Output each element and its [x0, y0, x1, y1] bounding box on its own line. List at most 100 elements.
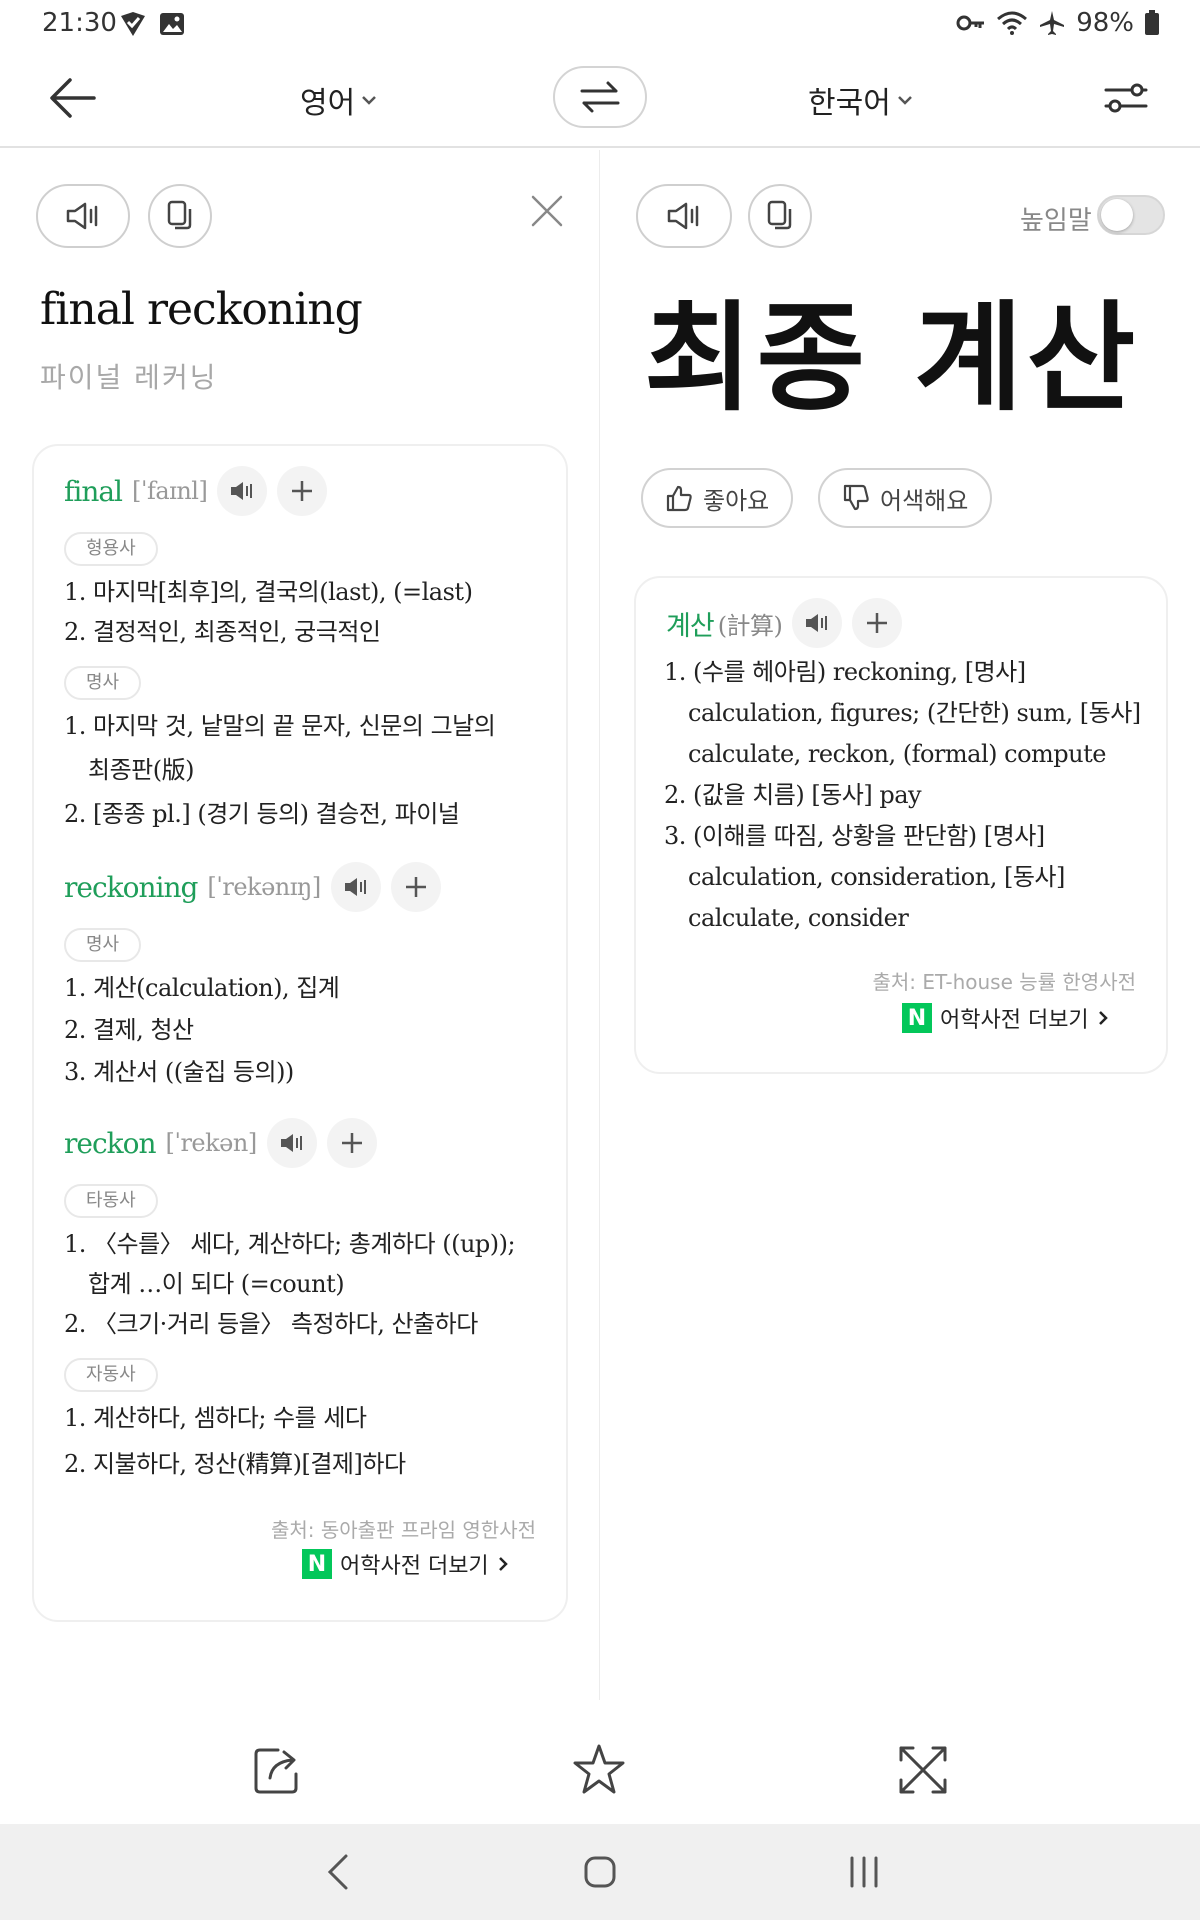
headword[interactable]: 계산 [666, 604, 715, 643]
pos-badge: 형용사 [64, 532, 158, 566]
source-listen-button[interactable] [36, 184, 130, 248]
dictionary-source: 출처: ET-house 능률 한영사전 [872, 970, 1136, 994]
swap-arrows-icon [580, 81, 620, 113]
definition: 1. 계산하다, 셈하다; 수를 세다 [64, 1404, 367, 1432]
source-text[interactable]: final reckoning [40, 284, 363, 335]
awkward-button[interactable]: 어색해요 [818, 468, 993, 528]
nav-home-icon[interactable] [576, 1848, 624, 1896]
plus-icon [341, 1133, 362, 1153]
honorific-label: 높임말 [1020, 206, 1092, 236]
honorific-toggle[interactable] [1097, 195, 1165, 235]
add-to-wordbook-button[interactable] [277, 466, 328, 516]
definition: 2. [종종 pl.] (경기 등의) 결승전, 파이널 [64, 800, 460, 828]
status-bar: 21:30 98% [0, 0, 1200, 48]
definition: 합계 …이 되다 (=count) [88, 1270, 345, 1298]
definition: 1. 마지막[최후]의, 결국의(last), (=last) [64, 578, 473, 606]
chevron-right-icon [1098, 1011, 1108, 1025]
definition: 2. 지불하다, 정산(精算)[결제]하다 [64, 1450, 406, 1478]
dict-entry-gyesan: 계산 (計算) [666, 598, 903, 648]
translated-text[interactable]: 최종 계산 [644, 262, 1139, 433]
swap-languages-button[interactable] [553, 66, 647, 128]
like-button[interactable]: 좋아요 [641, 468, 794, 528]
source-pronunciation: 파이널 레커닝 [40, 361, 218, 394]
more-dictionary-link[interactable]: N 어학사전 더보기 [302, 1548, 509, 1580]
word-listen-button[interactable] [266, 1118, 317, 1168]
thumbs-up-icon [666, 485, 692, 512]
key-icon [956, 15, 985, 31]
pos-badge: 명사 [64, 666, 142, 700]
word-listen-button[interactable] [792, 598, 843, 648]
more-dictionary-label: 어학사전 더보기 [340, 1554, 489, 1579]
pos-badge: 타동사 [64, 1184, 158, 1218]
speaker-icon [280, 1134, 302, 1152]
like-label: 좋아요 [703, 486, 770, 515]
speaker-icon [806, 614, 828, 632]
settings-sliders-icon[interactable] [1104, 78, 1148, 118]
definition: 2. 결제, 청산 [64, 1016, 194, 1044]
more-dictionary-link[interactable]: N 어학사전 더보기 [902, 1002, 1109, 1034]
airplane-icon [1040, 11, 1065, 35]
chevron-down-icon [897, 96, 912, 105]
close-icon[interactable] [530, 194, 564, 228]
pos-badge: 자동사 [64, 1358, 158, 1392]
awkward-label: 어색해요 [880, 486, 969, 515]
share-icon[interactable] [248, 1740, 308, 1800]
definition: calculate, reckon, (formal) compute [688, 740, 1106, 768]
toggle-knob [1101, 199, 1133, 231]
speaker-icon [344, 878, 366, 896]
target-listen-button[interactable] [636, 184, 732, 248]
nav-back-icon[interactable] [316, 1848, 364, 1896]
battery-icon [1145, 10, 1159, 35]
definition: 3. 계산서 ((술집 등의)) [64, 1058, 294, 1086]
speaker-icon [66, 202, 98, 230]
add-to-wordbook-button[interactable] [852, 598, 903, 648]
speaker-icon [667, 202, 699, 230]
image-icon [160, 13, 184, 35]
headword[interactable]: reckon [64, 1127, 156, 1160]
dict-entry-reckon: reckon [ˈrekən] [64, 1118, 377, 1168]
hanja: (計算) [717, 611, 783, 640]
add-to-wordbook-button[interactable] [390, 862, 441, 912]
plus-icon [292, 481, 313, 501]
add-to-wordbook-button[interactable] [326, 1118, 377, 1168]
fullscreen-icon[interactable] [893, 1740, 953, 1800]
plus-icon [405, 877, 426, 897]
definition: 1. 마지막 것, 낱말의 끝 문자, 신문의 그날의 [64, 712, 496, 740]
headword[interactable]: final [64, 475, 123, 508]
chevron-down-icon [362, 96, 377, 105]
more-dictionary-label: 어학사전 더보기 [940, 1008, 1089, 1033]
dict-entry-final: final [ˈfaɪnl] [64, 466, 328, 516]
pos-badge: 명사 [64, 928, 142, 962]
source-language-label: 영어 [300, 86, 356, 121]
target-language-label: 한국어 [808, 86, 891, 121]
word-listen-button[interactable] [217, 466, 268, 516]
copy-icon [167, 200, 192, 230]
verified-icon [121, 12, 145, 36]
naver-logo-icon: N [902, 1003, 932, 1033]
headword[interactable]: reckoning [64, 871, 198, 904]
definition: 3. (이해를 따짐, 상황을 판단함) [명사] [664, 822, 1045, 850]
nav-recents-icon[interactable] [840, 1848, 888, 1896]
definition: 최종판(版) [88, 756, 194, 784]
copy-icon [767, 200, 792, 230]
pane-divider [599, 150, 600, 1700]
source-language-select[interactable]: 영어 [300, 78, 377, 122]
word-listen-button[interactable] [330, 862, 381, 912]
star-icon[interactable] [569, 1740, 629, 1800]
target-language-select[interactable]: 한국어 [808, 78, 913, 122]
target-copy-button[interactable] [748, 184, 812, 248]
wifi-icon [997, 11, 1028, 35]
back-arrow-icon[interactable] [48, 76, 98, 120]
definition: 2. 〈크기·거리 등을〉 측정하다, 산출하다 [64, 1310, 478, 1338]
plus-icon [867, 613, 888, 633]
speaker-icon [231, 482, 253, 500]
definition: calculation, consideration, [동사] [688, 863, 1065, 891]
chevron-right-icon [498, 1557, 508, 1571]
phonetic: [ˈrekənɪŋ] [207, 873, 321, 901]
system-navigation-bar [0, 1824, 1200, 1920]
source-copy-button[interactable] [148, 184, 212, 248]
top-bar: 영어 한국어 [0, 48, 1200, 148]
phonetic: [ˈrekən] [165, 1129, 258, 1157]
battery-percent: 98% [1076, 8, 1134, 38]
definition: calculation, figures; (간단한) sum, [동사] [688, 699, 1141, 727]
